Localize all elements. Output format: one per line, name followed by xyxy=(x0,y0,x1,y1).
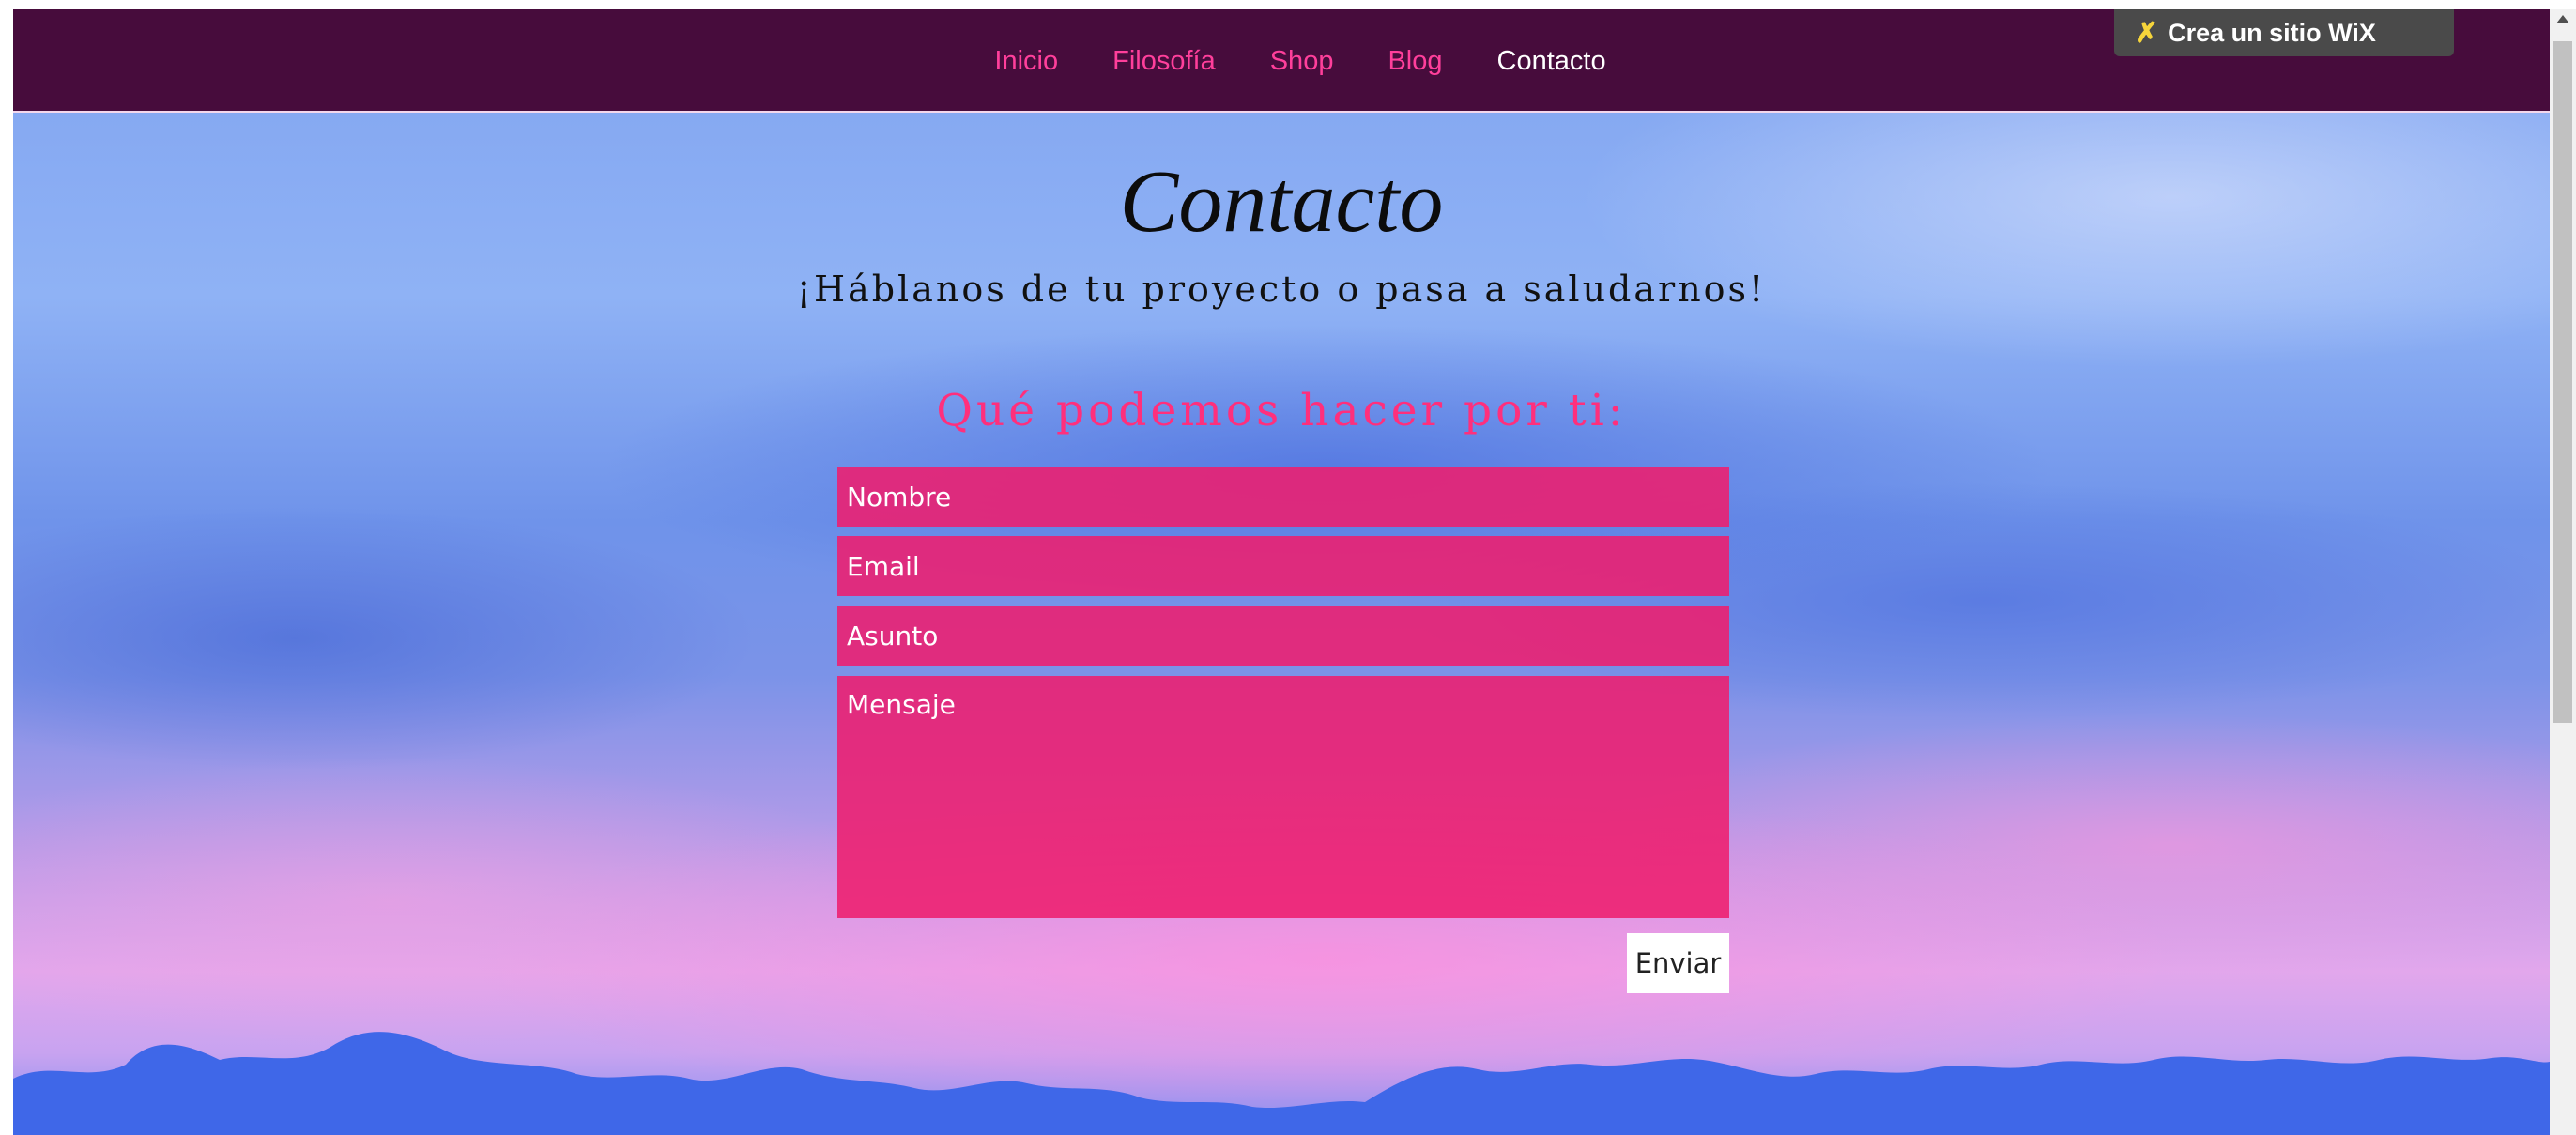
vertical-scrollbar[interactable] xyxy=(2550,9,2576,1135)
treeline-silhouette xyxy=(13,1032,2550,1135)
top-navigation-bar: Inicio Filosofía Shop Blog Contacto ✗ Cr… xyxy=(13,9,2550,113)
nav-link-inicio[interactable]: Inicio xyxy=(994,46,1058,77)
email-field[interactable] xyxy=(837,536,1729,596)
submit-button[interactable]: Enviar xyxy=(1627,933,1729,993)
name-field[interactable] xyxy=(837,467,1729,527)
page: Inicio Filosofía Shop Blog Contacto ✗ Cr… xyxy=(13,9,2550,1135)
wix-create-site-banner[interactable]: ✗ Crea un sitio WiX xyxy=(2114,9,2454,56)
wix-x-icon: ✗ xyxy=(2135,17,2159,49)
wix-banner-label: Crea un sitio WiX xyxy=(2168,18,2376,47)
scroll-up-arrow-icon[interactable] xyxy=(2556,15,2569,23)
page-title: Contacto xyxy=(1119,153,1444,251)
form-heading: Qué podemos hacer por ti: xyxy=(936,385,1627,437)
nav-link-blog[interactable]: Blog xyxy=(1388,46,1442,77)
nav-link-shop[interactable]: Shop xyxy=(1270,46,1334,77)
page-subtitle: ¡Háblanos de tu proyecto o pasa a saluda… xyxy=(796,268,1767,310)
message-field[interactable] xyxy=(837,676,1729,918)
scrollbar-thumb[interactable] xyxy=(2553,41,2572,723)
subject-field[interactable] xyxy=(837,606,1729,666)
nav-link-contacto[interactable]: Contacto xyxy=(1497,46,1606,77)
nav-link-filosofia[interactable]: Filosofía xyxy=(1112,46,1216,77)
